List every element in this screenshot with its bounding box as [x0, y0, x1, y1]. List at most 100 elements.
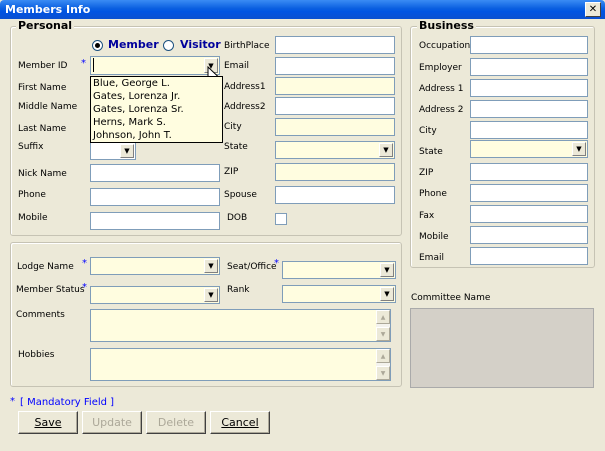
nick-name-field[interactable] — [90, 164, 220, 182]
email-label: Email — [224, 61, 249, 71]
dob-checkbox[interactable] — [275, 213, 287, 225]
business-address1-field[interactable] — [470, 79, 588, 97]
middle-name-label: Middle Name — [18, 102, 78, 112]
personal-legend: Personal — [16, 19, 75, 32]
member-id-option[interactable]: Gates, Lorenza Jr. — [91, 90, 222, 103]
rank-dropdown-icon[interactable]: ▼ — [380, 287, 394, 301]
address1-label: Address1 — [224, 82, 266, 92]
seat-office-combo[interactable]: ▼ — [282, 261, 396, 279]
address2-field[interactable] — [275, 97, 395, 115]
business-address1-label: Address 1 — [419, 84, 464, 94]
state-label: State — [224, 142, 248, 152]
mandatory-star: * — [10, 396, 15, 407]
business-mobile-label: Mobile — [419, 232, 449, 242]
suffix-dropdown-icon[interactable]: ▼ — [120, 144, 134, 158]
business-city-field[interactable] — [470, 121, 588, 139]
comments-scrollbar[interactable]: ▲ ▼ — [376, 310, 390, 341]
update-button-label: Update — [92, 416, 132, 429]
title-bar — [0, 0, 605, 19]
scroll-up-icon[interactable]: ▲ — [376, 349, 390, 363]
occupation-label: Occupation — [419, 41, 471, 51]
member-status-required-marker: * — [82, 282, 87, 293]
lodge-name-label: Lodge Name — [17, 262, 74, 272]
save-button-label: Save — [34, 416, 62, 429]
member-radio-dot — [95, 43, 100, 48]
business-email-label: Email — [419, 253, 444, 263]
state-combo[interactable]: ▼ — [275, 141, 395, 159]
update-button[interactable]: Update — [82, 411, 142, 434]
rank-combo[interactable]: ▼ — [282, 285, 396, 303]
scroll-up-icon[interactable]: ▲ — [376, 310, 390, 324]
spouse-field[interactable] — [275, 186, 395, 204]
scroll-down-icon[interactable]: ▼ — [376, 366, 390, 380]
fax-label: Fax — [419, 211, 435, 221]
member-id-caret — [93, 58, 94, 72]
business-state-combo[interactable]: ▼ — [470, 140, 588, 158]
visitor-radio[interactable] — [163, 40, 174, 51]
business-state-dropdown-icon[interactable]: ▼ — [572, 142, 586, 156]
birthplace-label: BirthPlace — [224, 41, 270, 51]
seat-office-dropdown-icon[interactable]: ▼ — [380, 263, 394, 277]
cancel-button[interactable]: Cancel — [210, 411, 270, 434]
member-id-label: Member ID — [18, 61, 68, 71]
nick-name-label: Nick Name — [18, 169, 67, 179]
delete-button[interactable]: Delete — [146, 411, 206, 434]
rank-label: Rank — [227, 285, 250, 295]
phone-label: Phone — [18, 190, 46, 200]
last-name-label: Last Name — [18, 124, 67, 134]
comments-label: Comments — [16, 310, 65, 320]
member-radio-label[interactable]: Member — [108, 38, 159, 51]
city-field[interactable] — [275, 118, 395, 136]
cancel-button-label: Cancel — [221, 416, 259, 429]
suffix-combo[interactable]: ▼ — [90, 142, 136, 160]
window-title: Members Info — [5, 3, 91, 16]
business-address2-label: Address 2 — [419, 105, 464, 115]
birthplace-field[interactable] — [275, 36, 395, 54]
member-status-dropdown-icon[interactable]: ▼ — [204, 288, 218, 302]
lodge-name-dropdown-icon[interactable]: ▼ — [204, 259, 218, 273]
committee-name-label: Committee Name — [411, 293, 491, 303]
employer-field[interactable] — [470, 58, 588, 76]
state-dropdown-icon[interactable]: ▼ — [379, 143, 393, 157]
member-radio[interactable] — [92, 40, 103, 51]
committee-list[interactable] — [410, 308, 594, 388]
business-zip-field[interactable] — [470, 163, 588, 181]
seat-office-label: Seat/Office — [227, 262, 277, 272]
comments-textarea[interactable]: ▲ ▼ — [90, 309, 391, 342]
fax-field[interactable] — [470, 205, 588, 223]
hobbies-label: Hobbies — [18, 350, 55, 360]
email-field[interactable] — [275, 57, 395, 75]
member-id-option[interactable]: Herns, Mark S. — [91, 116, 222, 129]
scroll-down-icon[interactable]: ▼ — [376, 327, 390, 341]
spouse-label: Spouse — [224, 190, 257, 200]
business-phone-label: Phone — [419, 189, 447, 199]
business-phone-field[interactable] — [470, 184, 588, 202]
close-button[interactable]: ✕ — [585, 2, 601, 17]
member-id-option[interactable]: Blue, George L. — [91, 77, 222, 90]
phone-field[interactable] — [90, 188, 220, 206]
business-address2-field[interactable] — [470, 100, 588, 118]
mandatory-field-note: [ Mandatory Field ] — [20, 397, 115, 408]
business-legend: Business — [417, 19, 476, 32]
occupation-field[interactable] — [470, 36, 588, 54]
member-status-combo[interactable]: ▼ — [90, 286, 220, 304]
hobbies-textarea[interactable]: ▲ ▼ — [90, 348, 391, 381]
member-id-option[interactable]: Gates, Lorenza Sr. — [91, 103, 222, 116]
member-status-label: Member Status — [16, 285, 85, 295]
mobile-field[interactable] — [90, 212, 220, 230]
business-city-label: City — [419, 126, 437, 136]
visitor-radio-label[interactable]: Visitor — [180, 38, 221, 51]
zip-field[interactable] — [275, 163, 395, 181]
business-email-field[interactable] — [470, 247, 588, 265]
seat-office-required-marker: * — [274, 258, 279, 269]
member-id-combo[interactable]: ▼ — [90, 56, 220, 75]
business-mobile-field[interactable] — [470, 226, 588, 244]
hobbies-scrollbar[interactable]: ▲ ▼ — [376, 349, 390, 380]
member-id-dropdown-list[interactable]: Blue, George L. Gates, Lorenza Jr. Gates… — [90, 76, 223, 143]
address1-field[interactable] — [275, 77, 395, 95]
save-button[interactable]: Save — [18, 411, 78, 434]
member-id-option[interactable]: Johnson, John T. — [91, 129, 222, 142]
lodge-name-combo[interactable]: ▼ — [90, 257, 220, 275]
employer-label: Employer — [419, 63, 462, 73]
lodge-name-required-marker: * — [82, 258, 87, 269]
